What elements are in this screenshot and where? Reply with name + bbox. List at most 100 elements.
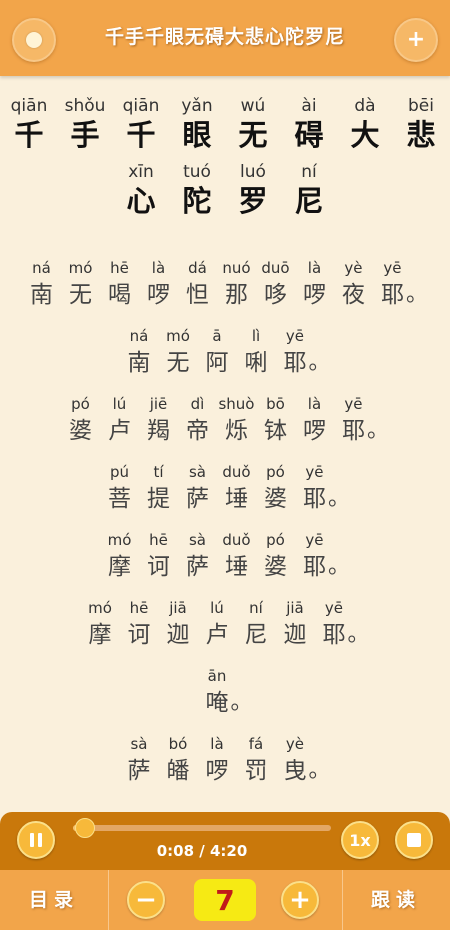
hanzi: 罗 <box>238 184 268 218</box>
char-unit: sà 萨 <box>178 463 217 517</box>
increase-button[interactable]: + <box>281 881 319 919</box>
speed-button[interactable]: 1x <box>341 821 379 859</box>
hanzi: 南 <box>29 282 53 308</box>
stop-button[interactable] <box>395 821 433 859</box>
pinyin: hē <box>149 531 168 549</box>
char-unit: nuó 那 <box>217 259 256 313</box>
hanzi: 心 <box>126 184 156 218</box>
pinyin: yè <box>285 735 305 753</box>
punctuation: 。 <box>327 554 350 579</box>
char-unit: là 啰 <box>197 735 236 789</box>
hanzi: 啰 <box>205 758 229 784</box>
menu-button[interactable]: 目录 <box>0 870 108 930</box>
verse-line: pú 菩 tí 提 sà 萨 duǒ 埵 pó 婆 yē 耶。 <box>0 463 450 517</box>
char-unit: là 啰 <box>295 259 334 313</box>
verse-line: pó 婆 lú 卢 jiē 羯 dì 帝 shuò 烁 bō 钵 là 啰 yē 耶。 <box>0 395 450 449</box>
pinyin: yè <box>344 259 363 277</box>
hanzi: 陀 <box>182 184 212 218</box>
repeat-count: 7 <box>194 879 256 921</box>
hanzi: 烁 <box>224 418 248 444</box>
pinyin: mó <box>88 599 112 617</box>
char-unit: bēi 悲 <box>393 95 449 153</box>
char-unit: sà 萨 <box>119 735 158 789</box>
follow-read-button[interactable]: 跟读 <box>342 870 450 930</box>
punctuation: 。 <box>308 758 331 783</box>
pinyin: là <box>210 735 224 753</box>
verse-line: ān 唵。 <box>0 667 450 721</box>
hanzi: 摩 <box>88 622 112 648</box>
char-unit: ní 尼 <box>281 161 337 219</box>
plus-icon: + <box>289 885 311 915</box>
hanzi: 无 <box>68 282 92 308</box>
pinyin: sà <box>188 463 206 481</box>
scripture-text: qiān 千 shǒu 手 qiān 千 yǎn 眼 wú 无 ài 碍 dà 大 bēi 悲 xīn 心 tuó 陀… <box>0 95 450 789</box>
hanzi: 千 <box>14 118 44 152</box>
char-unit: hē 诃 <box>119 599 158 653</box>
pinyin: bō <box>266 395 285 413</box>
pinyin: jiā <box>169 599 187 617</box>
app-header: 千手千眼无碍大悲心陀罗尼 + <box>0 0 450 76</box>
pinyin: lì <box>251 327 261 345</box>
char-unit: pó 婆 <box>61 395 100 449</box>
speed-label: 1x <box>349 830 371 850</box>
hanzi: 啰 <box>146 282 170 308</box>
pause-button[interactable] <box>17 821 55 859</box>
progress-thumb[interactable] <box>74 818 95 838</box>
hanzi: 哆 <box>263 282 287 308</box>
hanzi: 无 <box>166 350 190 376</box>
pinyin: yǎn <box>181 96 213 116</box>
pinyin: nuó <box>222 259 251 277</box>
hanzi: 尼 <box>294 184 324 218</box>
pinyin: yē <box>285 327 305 345</box>
hanzi: 尼 <box>244 622 268 648</box>
char-unit: lú 卢 <box>197 599 236 653</box>
hanzi: 耶 <box>302 486 326 512</box>
pinyin: duō <box>261 259 290 277</box>
pinyin: qiān <box>122 96 160 116</box>
title-line: xīn 心 tuó 陀 luó 罗 ní 尼 <box>0 161 450 219</box>
char-unit: là 啰 <box>295 395 334 449</box>
hanzi: 大 <box>350 118 380 152</box>
pinyin: shuò <box>218 395 255 413</box>
char-unit: hē 喝 <box>100 259 139 313</box>
hanzi: 羯 <box>146 418 170 444</box>
hanzi: 唎 <box>244 350 268 376</box>
verse-line: sà 萨 bó 皤 là 啰 fá 罚 yè 曳。 <box>0 735 450 789</box>
hanzi: 萨 <box>127 758 151 784</box>
night-mode-button[interactable] <box>12 18 56 62</box>
char-unit: dì 帝 <box>178 395 217 449</box>
pinyin: yē <box>305 463 324 481</box>
punctuation: 。 <box>308 350 331 375</box>
hanzi: 摩 <box>107 554 131 580</box>
pinyin: là <box>307 259 322 277</box>
hanzi: 千 <box>126 118 156 152</box>
pinyin: shǒu <box>64 96 106 116</box>
hanzi: 婆 <box>68 418 92 444</box>
char-unit: jiē 羯 <box>139 395 178 449</box>
add-button[interactable]: + <box>394 18 438 62</box>
char-unit: dà 大 <box>337 95 393 153</box>
hanzi: 耶 <box>322 622 346 648</box>
pinyin: jiā <box>286 599 304 617</box>
char-unit: sà 萨 <box>178 531 217 585</box>
char-unit: lú 卢 <box>100 395 139 449</box>
char-unit: hē 诃 <box>139 531 178 585</box>
pinyin: yē <box>324 599 344 617</box>
playback-time: 0:08 / 4:20 <box>156 842 248 860</box>
moon-icon <box>26 32 42 48</box>
char-unit: tí 提 <box>139 463 178 517</box>
char-unit: duǒ 埵 <box>217 463 256 517</box>
hanzi: 耶 <box>283 350 307 376</box>
char-unit: ná 南 <box>22 259 61 313</box>
char-unit: jiā 迦 <box>158 599 197 653</box>
pinyin: hē <box>110 259 129 277</box>
verse-line: ná 南 mó 无 hē 喝 là 啰 dá 怛 nuó 那 duō 哆 là 啰 yè 夜 yē 耶。 <box>0 259 450 313</box>
hanzi: 诃 <box>146 554 170 580</box>
pinyin: luó <box>240 162 266 182</box>
hanzi: 无 <box>238 118 268 152</box>
pinyin: dá <box>188 259 207 277</box>
hanzi: 卢 <box>205 622 229 648</box>
decrease-button[interactable]: − <box>127 881 165 919</box>
char-unit: ní 尼 <box>236 599 275 653</box>
progress-slider[interactable] <box>73 818 331 838</box>
